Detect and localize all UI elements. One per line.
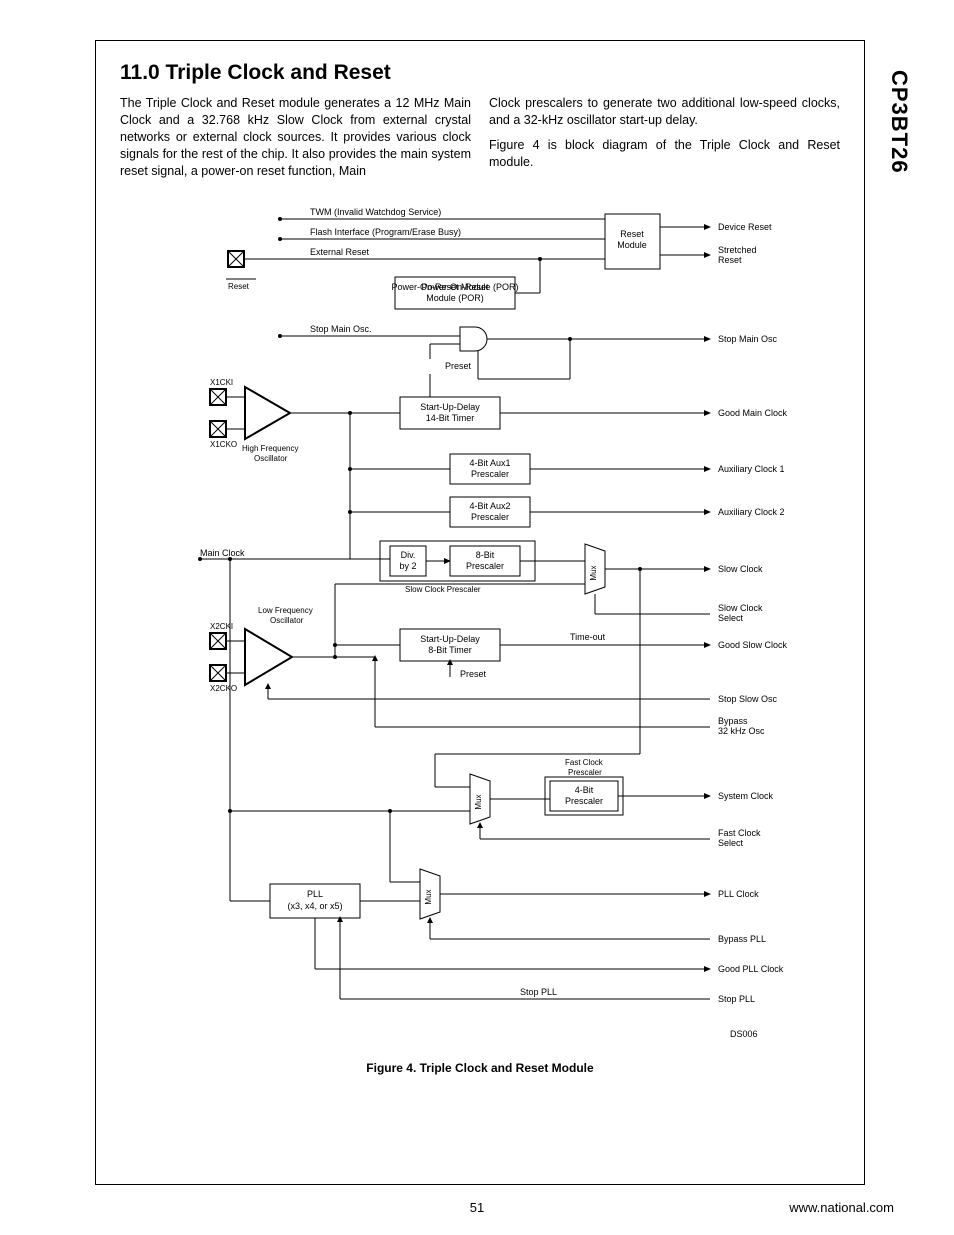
svg-text:8-Bit Timer: 8-Bit Timer xyxy=(428,645,472,655)
svg-text:Preset: Preset xyxy=(460,669,487,679)
block-diagram-svg: .blk{fill:#fff;stroke:#000;stroke-width:… xyxy=(170,199,790,1049)
intro-col-right-p2: Figure 4 is block diagram of the Triple … xyxy=(489,137,840,171)
svg-text:Slow Clock: Slow Clock xyxy=(718,603,763,613)
svg-text:Start-Up-Delay: Start-Up-Delay xyxy=(420,634,480,644)
svg-text:Power-On-Reset: Power-On-Reset xyxy=(421,282,489,292)
svg-text:Prescaler: Prescaler xyxy=(568,768,602,777)
svg-text:Stop PLL: Stop PLL xyxy=(718,994,755,1004)
svg-text:DS006: DS006 xyxy=(730,1029,758,1039)
svg-text:Fast Clock: Fast Clock xyxy=(565,758,604,767)
figure-4: .blk{fill:#fff;stroke:#000;stroke-width:… xyxy=(120,199,840,1075)
svg-text:Good Main Clock: Good Main Clock xyxy=(718,408,788,418)
svg-text:Mux: Mux xyxy=(589,566,598,581)
svg-text:Auxiliary Clock 2: Auxiliary Clock 2 xyxy=(718,507,785,517)
svg-text:by 2: by 2 xyxy=(399,561,416,571)
svg-text:TWM (Invalid Watchdog Service): TWM (Invalid Watchdog Service) xyxy=(310,207,441,217)
intro-col-right: Clock prescalers to generate two additio… xyxy=(489,95,840,179)
hf-osc-icon xyxy=(245,387,290,439)
page-number: 51 xyxy=(470,1200,484,1215)
svg-text:Stop Slow Osc: Stop Slow Osc xyxy=(718,694,778,704)
svg-text:Slow Clock Prescaler: Slow Clock Prescaler xyxy=(405,585,481,594)
side-part-number: CP3BT26 xyxy=(886,70,912,174)
svg-text:Bypass PLL: Bypass PLL xyxy=(718,934,766,944)
svg-text:Preset: Preset xyxy=(445,361,472,371)
svg-text:Oscillator: Oscillator xyxy=(270,616,304,625)
svg-text:Module (POR): Module (POR) xyxy=(426,293,484,303)
svg-text:Reset: Reset xyxy=(228,282,250,291)
x2-pads: X2CKI X2CKO xyxy=(210,622,237,693)
section-title: 11.0 Triple Clock and Reset xyxy=(120,61,840,85)
svg-text:X1CKI: X1CKI xyxy=(210,378,233,387)
svg-text:Main Clock: Main Clock xyxy=(200,548,245,558)
x1-pads: X1CKI X1CKO xyxy=(210,378,237,449)
svg-text:High Frequency: High Frequency xyxy=(242,444,298,453)
svg-text:Reset: Reset xyxy=(620,229,644,239)
svg-text:X1CKO: X1CKO xyxy=(210,440,237,449)
svg-text:Div.: Div. xyxy=(401,550,416,560)
svg-text:Low Frequency: Low Frequency xyxy=(258,606,313,615)
svg-text:Start-Up-Delay: Start-Up-Delay xyxy=(420,402,480,412)
svg-text:X2CKO: X2CKO xyxy=(210,684,237,693)
svg-text:PLL Clock: PLL Clock xyxy=(718,889,759,899)
footer-url: www.national.com xyxy=(789,1200,894,1215)
svg-text:External Reset: External Reset xyxy=(310,247,370,257)
svg-text:Select: Select xyxy=(718,838,744,848)
svg-text:Mux: Mux xyxy=(424,890,433,905)
svg-text:Mux: Mux xyxy=(474,795,483,810)
svg-text:Slow Clock: Slow Clock xyxy=(718,564,763,574)
svg-text:Fast Clock: Fast Clock xyxy=(718,828,761,838)
svg-text:Prescaler: Prescaler xyxy=(565,796,603,806)
svg-text:Prescaler: Prescaler xyxy=(471,512,509,522)
svg-text:Device Reset: Device Reset xyxy=(718,222,772,232)
svg-text:Stop Main Osc.: Stop Main Osc. xyxy=(310,324,372,334)
svg-text:Prescaler: Prescaler xyxy=(466,561,504,571)
content-frame: 11.0 Triple Clock and Reset The Triple C… xyxy=(95,40,865,1185)
svg-text:4-Bit Aux2: 4-Bit Aux2 xyxy=(469,501,510,511)
figure-caption: Figure 4. Triple Clock and Reset Module xyxy=(366,1061,593,1075)
intro-col-right-p1: Clock prescalers to generate two additio… xyxy=(489,95,840,129)
svg-text:Module: Module xyxy=(617,240,647,250)
svg-text:(x3, x4, or x5): (x3, x4, or x5) xyxy=(287,901,342,911)
svg-text:Flash Interface (Program/Erase: Flash Interface (Program/Erase Busy) xyxy=(310,227,461,237)
svg-text:Oscillator: Oscillator xyxy=(254,454,288,463)
svg-text:Good PLL Clock: Good PLL Clock xyxy=(718,964,784,974)
intro-col-left: The Triple Clock and Reset module genera… xyxy=(120,95,471,179)
svg-text:14-Bit Timer: 14-Bit Timer xyxy=(426,413,475,423)
svg-text:System Clock: System Clock xyxy=(718,791,774,801)
svg-text:4-Bit Aux1: 4-Bit Aux1 xyxy=(469,458,510,468)
svg-text:Time-out: Time-out xyxy=(570,632,606,642)
svg-text:PLL: PLL xyxy=(307,889,323,899)
svg-text:Bypass: Bypass xyxy=(718,716,748,726)
svg-text:8-Bit: 8-Bit xyxy=(476,550,495,560)
svg-text:Prescaler: Prescaler xyxy=(471,469,509,479)
svg-text:Auxiliary Clock 1: Auxiliary Clock 1 xyxy=(718,464,785,474)
lf-osc-icon xyxy=(245,629,292,685)
svg-text:Reset: Reset xyxy=(718,255,742,265)
svg-text:Stop PLL: Stop PLL xyxy=(520,987,557,997)
svg-text:Select: Select xyxy=(718,613,744,623)
svg-text:Stretched: Stretched xyxy=(718,245,757,255)
page: CP3BT26 11.0 Triple Clock and Reset The … xyxy=(0,0,954,1235)
and-gate xyxy=(460,327,487,351)
intro-columns: The Triple Clock and Reset module genera… xyxy=(120,95,840,179)
svg-text:Stop Main Osc: Stop Main Osc xyxy=(718,334,778,344)
svg-text:Good Slow Clock: Good Slow Clock xyxy=(718,640,788,650)
svg-text:4-Bit: 4-Bit xyxy=(575,785,594,795)
svg-text:32 kHz Osc: 32 kHz Osc xyxy=(718,726,765,736)
